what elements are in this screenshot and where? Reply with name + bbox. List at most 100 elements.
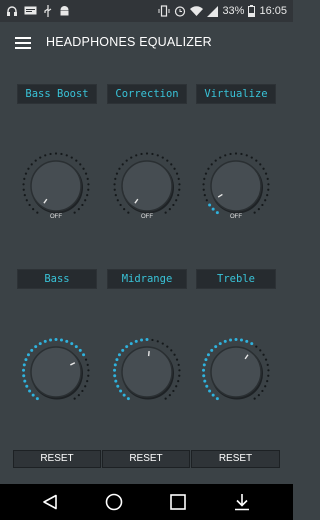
knob-tick: [203, 194, 206, 197]
knob-tick: [161, 156, 164, 159]
knob-tick: [219, 156, 222, 159]
knob-tick: [28, 203, 31, 207]
knob-tick: [86, 380, 89, 383]
knob-tick: [43, 339, 47, 343]
reset-effects-button-2[interactable]: RESET: [102, 450, 190, 468]
download-icon[interactable]: [234, 493, 250, 511]
knob-tick: [86, 194, 89, 197]
knob-tick: [75, 159, 78, 162]
knob-tick: [264, 385, 267, 388]
knob-tick: [173, 167, 176, 170]
knob-tick: [127, 211, 130, 214]
knob-tick: [70, 156, 73, 159]
knob-tick: [211, 393, 215, 397]
home-icon[interactable]: [105, 493, 123, 511]
bass-label: Bass: [17, 269, 97, 289]
knob-tick: [84, 358, 88, 361]
knob-tick: [178, 183, 181, 186]
knob-tick: [173, 353, 176, 356]
knob-tick: [125, 345, 129, 349]
knob-tick: [261, 203, 264, 207]
knob-tick: [59, 338, 63, 342]
menu-icon[interactable]: [15, 37, 31, 49]
knob-tick: [26, 353, 30, 357]
knob-tick: [264, 172, 268, 175]
knob-tick: [86, 177, 89, 180]
knob-tick: [117, 353, 121, 357]
virtualize-knob[interactable]: [201, 151, 271, 221]
knob-tick: [218, 342, 222, 346]
knob-tick: [135, 154, 138, 157]
knob-tick: [234, 152, 238, 155]
knob-tick: [245, 154, 248, 157]
knob-tick: [114, 177, 117, 180]
reset-effects-button-1[interactable]: RESET: [13, 450, 101, 468]
knob-tick: [177, 363, 180, 366]
reset-effects-button-3[interactable]: RESET: [191, 450, 280, 468]
knob-tick: [35, 397, 39, 401]
knob-tick: [119, 389, 123, 393]
status-bar: 33% 16:05: [0, 0, 293, 22]
knob-tick: [54, 338, 58, 341]
knob-tick: [115, 358, 119, 362]
knob-tick: [177, 177, 180, 180]
knob-tick: [229, 152, 232, 156]
page-title: HEADPHONES EQUALIZER: [46, 35, 212, 49]
knob-tick: [30, 163, 33, 166]
knob-tick: [210, 348, 214, 352]
knob-tick: [204, 358, 208, 362]
knob-tick: [140, 338, 144, 342]
recents-icon[interactable]: [170, 494, 186, 510]
virtualize-label: Virtualize: [196, 84, 276, 104]
back-icon[interactable]: [42, 494, 58, 510]
knob-tick: [122, 393, 126, 397]
knob-tick: [206, 353, 210, 357]
knob-tick: [145, 152, 149, 155]
knob-tick: [77, 208, 80, 211]
knob-tick: [119, 203, 122, 207]
knob-tick: [23, 194, 26, 197]
navigation-bar: [0, 484, 293, 520]
knob-tick: [250, 342, 254, 346]
knob-tick: [49, 152, 52, 156]
knob-tick: [229, 338, 233, 342]
knob-tick: [23, 379, 27, 383]
knob-tick: [31, 393, 35, 397]
knob-tick: [205, 199, 208, 202]
knob-tick: [223, 339, 227, 343]
knob-tick: [168, 394, 171, 397]
knob-tick: [140, 152, 143, 156]
knob-tick: [234, 338, 238, 341]
knob-tick: [245, 339, 249, 343]
bass-knob[interactable]: [21, 337, 91, 407]
knob-tick: [113, 183, 116, 186]
knob-tick: [172, 389, 175, 393]
midrange-knob[interactable]: [112, 337, 182, 407]
knob-tick: [22, 183, 25, 186]
knob-tick: [121, 348, 125, 352]
correction-knob[interactable]: [112, 151, 182, 221]
knob-tick: [25, 199, 28, 202]
knob-tick: [266, 380, 269, 383]
knob-tick: [178, 369, 181, 372]
knob-tick: [266, 177, 269, 180]
knob-tick: [34, 345, 38, 349]
knob-tick: [172, 203, 175, 207]
knob-tick: [77, 394, 80, 397]
knob-tick: [114, 379, 118, 383]
knob-tick: [60, 152, 63, 156]
knob-tick: [36, 211, 39, 214]
knob-tick: [202, 374, 206, 378]
bass-boost-knob[interactable]: [21, 151, 91, 221]
knob-tick: [253, 211, 256, 214]
knob-tick: [73, 211, 76, 214]
knob-tick: [262, 353, 265, 356]
knob-tick: [202, 188, 205, 191]
knob-tick: [39, 156, 42, 159]
knob-tick: [118, 167, 121, 170]
knob-body: [121, 346, 173, 398]
headphones-icon: [7, 6, 17, 16]
knob-tick: [208, 389, 212, 393]
treble-knob[interactable]: [201, 337, 271, 407]
knob-tick: [44, 154, 47, 157]
